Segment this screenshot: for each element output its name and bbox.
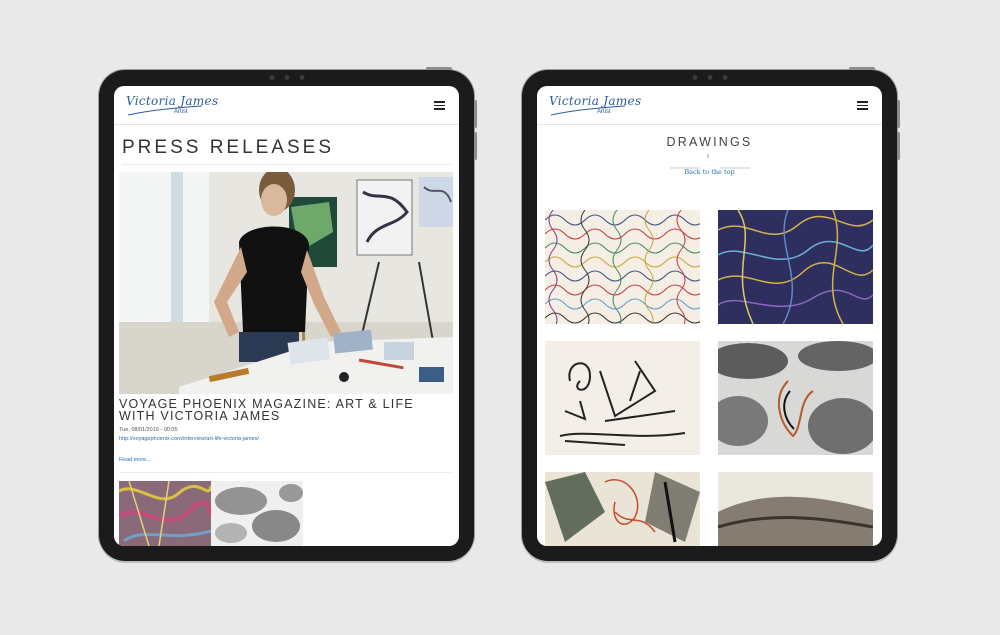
drawing-thumbnail[interactable] (545, 210, 700, 324)
logo-subtitle: Artist (174, 109, 188, 115)
page-title: DRAWINGS (666, 135, 753, 149)
hamburger-menu-icon[interactable] (857, 101, 868, 110)
abstract-painting-image (117, 480, 213, 546)
drawing-thumbnail[interactable] (545, 472, 700, 546)
volume-button (897, 132, 900, 160)
power-button (849, 67, 875, 70)
ink-painting-image (211, 481, 303, 546)
site-header: Victoria James Artist (537, 86, 882, 125)
article-thumbnail[interactable] (117, 480, 213, 546)
divider (122, 164, 451, 165)
drawing-thumbnail[interactable] (718, 210, 873, 324)
drawing-thumbnail[interactable] (718, 341, 873, 455)
article-title[interactable]: VOYAGE PHOENIX MAGAZINE: ART & LIFE WITH… (119, 398, 439, 423)
site-header: Victoria James Artist (114, 86, 459, 125)
hamburger-menu-icon[interactable] (434, 101, 445, 110)
back-to-top-link[interactable]: Back to the top (537, 168, 882, 176)
charcoal-line-drawing-image (545, 341, 700, 455)
site-logo[interactable]: Victoria James Artist (549, 92, 641, 120)
title-separator: ǁ (670, 154, 750, 169)
screen: Victoria James Artist PRESS RELEASES VOY… (114, 86, 459, 546)
divider (119, 472, 454, 473)
read-more-link[interactable]: Read more... (119, 457, 151, 463)
drawing-thumbnail[interactable] (718, 472, 873, 546)
volume-button (474, 132, 477, 160)
screen: Victoria James Artist DRAWINGS ǁ Back to… (537, 86, 882, 546)
separator-mark: ǁ (707, 154, 710, 160)
page-title: PRESS RELEASES (122, 137, 335, 158)
article-photo[interactable] (119, 172, 453, 394)
logo-swash (550, 105, 626, 116)
volume-button (474, 100, 477, 128)
scribble-drawing-image (545, 210, 700, 324)
blue-gold-drawing-image (718, 210, 873, 324)
tablet-drawings: Victoria James Artist DRAWINGS ǁ Back to… (522, 67, 900, 561)
mixed-media-drawing-image (545, 472, 700, 546)
logo-swash (127, 105, 203, 116)
article-date: Tue, 08/01/2019 - 00:05 (119, 427, 178, 433)
smudged-charcoal-drawing-image (718, 341, 873, 455)
camera-cluster (269, 75, 304, 80)
artist-studio-image (119, 172, 453, 394)
site-logo[interactable]: Victoria James Artist (126, 92, 218, 120)
logo-subtitle: Artist (597, 109, 611, 115)
landscape-drawing-image (718, 472, 873, 546)
camera-cluster (692, 75, 727, 80)
power-button (426, 67, 452, 70)
volume-button (897, 100, 900, 128)
article-source-link[interactable]: http://voyagephoenix.com/interview/art-l… (119, 436, 259, 442)
article-thumbnail[interactable] (211, 481, 303, 546)
drawing-thumbnail[interactable] (545, 341, 700, 455)
tablet-press-releases: Victoria James Artist PRESS RELEASES VOY… (99, 67, 477, 561)
